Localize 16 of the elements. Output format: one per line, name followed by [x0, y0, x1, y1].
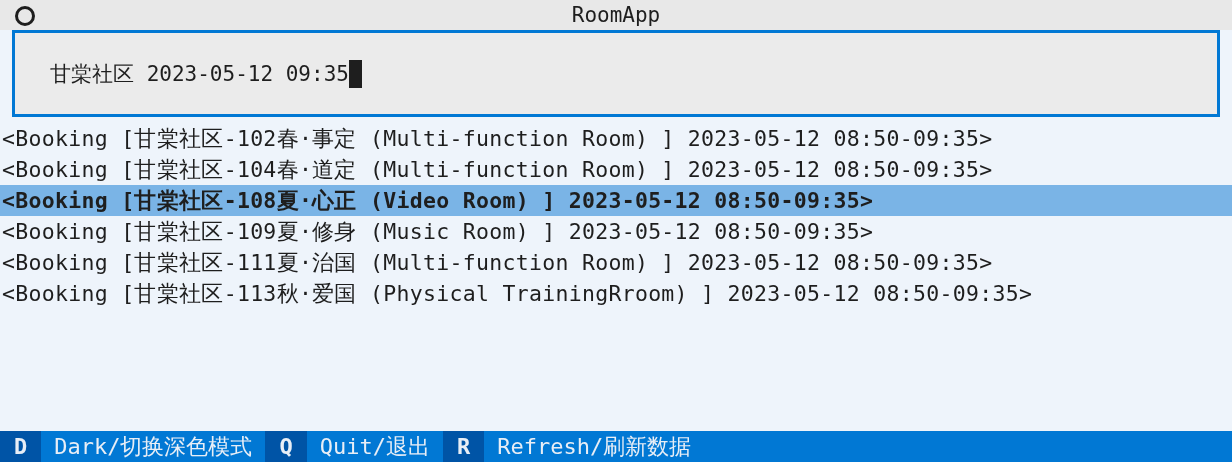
- booking-item[interactable]: <Booking [甘棠社区-113秋·爱国 (Physical TrainingRroom) ] 2023-05-12 08:50-09:35>: [0, 278, 1232, 309]
- booking-item[interactable]: <Booking [甘棠社区-102春·事定 (Multi-function Room) ] 2023-05-12 08:50-09:35>: [0, 123, 1232, 154]
- booking-item[interactable]: <Booking [甘棠社区-108夏·心正 (Video Room) ] 2023-05-12 08:50-09:35>: [0, 185, 1232, 216]
- booking-item[interactable]: <Booking [甘棠社区-109夏·修身 (Music Room) ] 2023-05-12 08:50-09:35>: [0, 216, 1232, 247]
- shortcut-key[interactable]: D: [0, 431, 42, 462]
- shortcut-label[interactable]: Quit/退出: [306, 431, 443, 462]
- booking-item[interactable]: <Booking [甘棠社区-104春·道定 (Multi-function Room) ] 2023-05-12 08:50-09:35>: [0, 154, 1232, 185]
- circle-icon: [15, 6, 35, 26]
- shortcut-key[interactable]: R: [442, 431, 485, 462]
- text-cursor: [348, 59, 362, 88]
- shortcut-label[interactable]: Refresh/刷新数据: [484, 431, 705, 462]
- shortcut-label[interactable]: Dark/切换深色模式: [41, 431, 266, 462]
- shortcut-key[interactable]: Q: [265, 431, 307, 462]
- booking-item[interactable]: <Booking [甘棠社区-111夏·治国 (Multi-function Room) ] 2023-05-12 08:50-09:35>: [0, 247, 1232, 278]
- search-field[interactable]: 甘棠社区 2023-05-12 09:35: [12, 30, 1220, 117]
- window-title: RoomApp: [571, 2, 661, 29]
